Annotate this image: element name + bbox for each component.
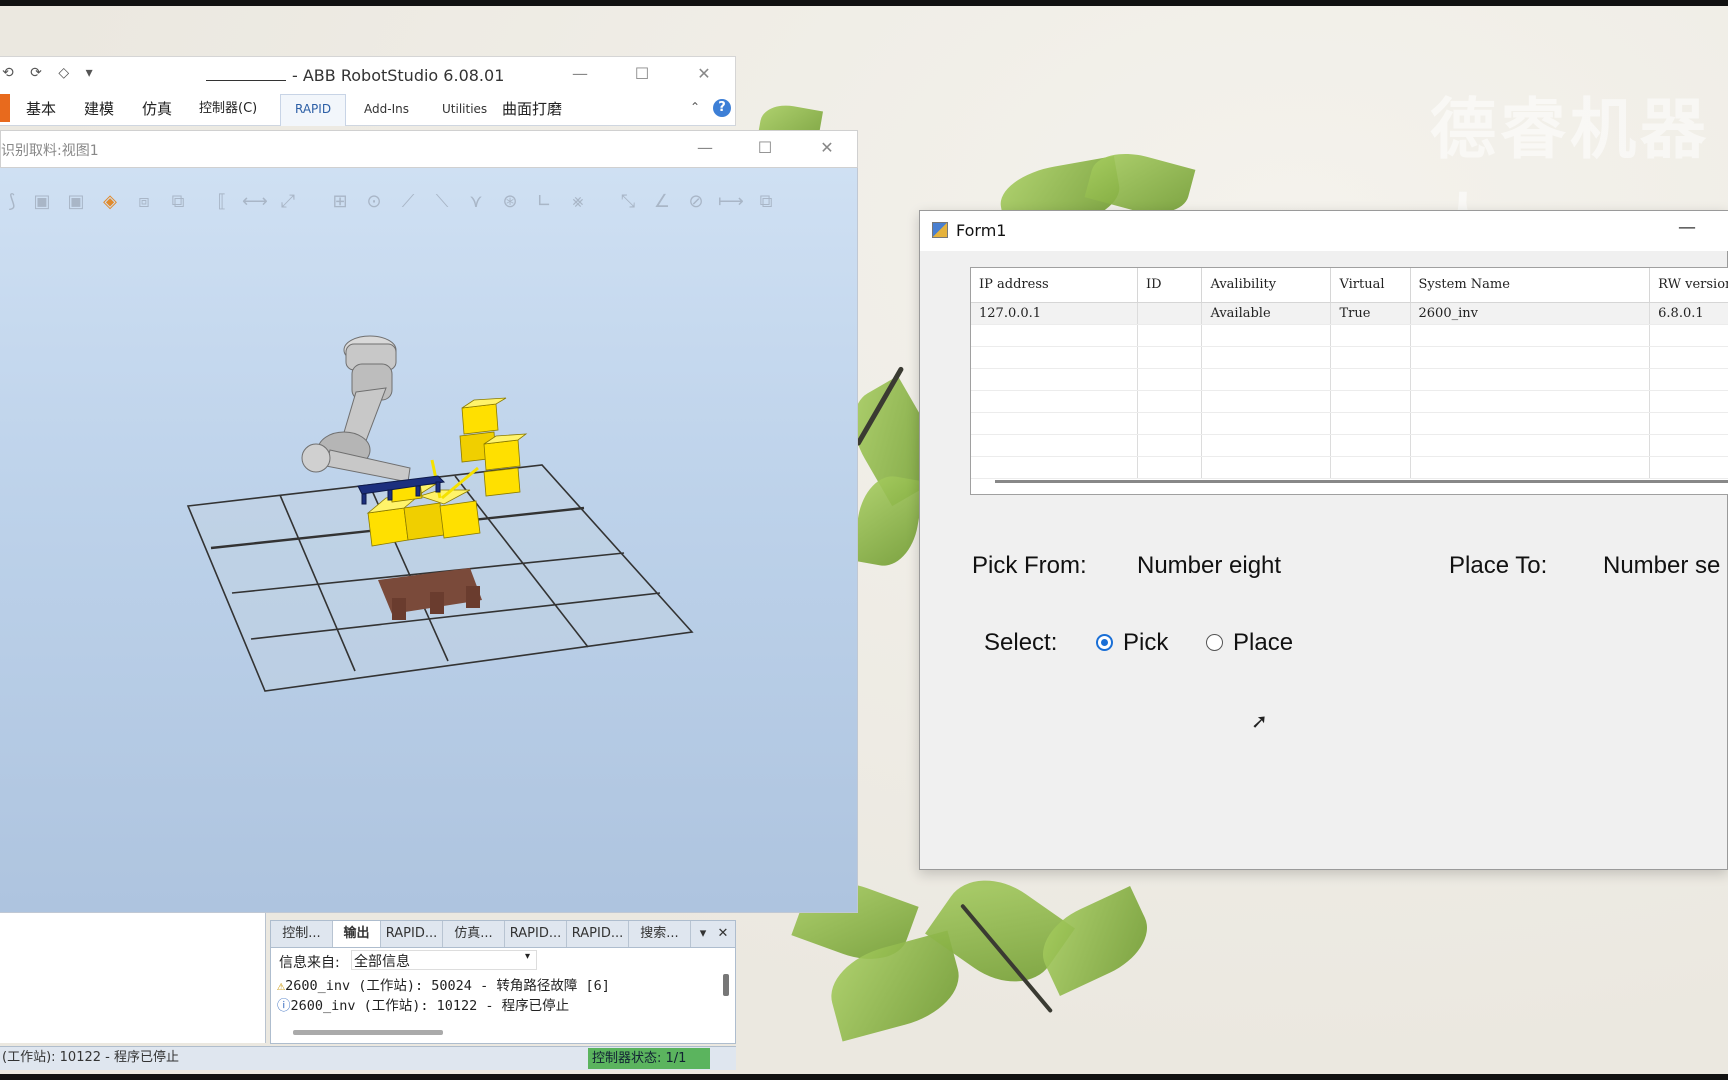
warning-icon: ⚠ [277, 978, 286, 994]
form-app-icon [932, 222, 948, 238]
tab-modeling[interactable]: 建模 [84, 98, 114, 122]
pick-from-value: Number eight [1137, 552, 1282, 579]
place-to-value: Number se [1603, 552, 1721, 579]
maximize-icon[interactable]: ☐ [753, 137, 777, 159]
tab-simulation[interactable]: 仿真 [142, 98, 172, 122]
column-rw-version[interactable]: RW version [1649, 268, 1728, 303]
robotstudio-window-title: - ABB RobotStudio 6.08.01 [206, 66, 504, 85]
tab-rapid[interactable]: RAPID [280, 94, 347, 126]
empty-row [971, 368, 1728, 391]
table-row[interactable]: 127.0.0.1 Available True 2600_inv 6.8.0.… [971, 302, 1728, 325]
tab-addins[interactable]: Add-Ins [364, 98, 409, 122]
info-icon: ⓘ [277, 998, 291, 1014]
file-tab[interactable] [0, 94, 10, 122]
cell-virtual: True [1330, 302, 1411, 325]
controller-status-badge[interactable]: 控制器状态: 1/1 [588, 1048, 710, 1069]
empty-row [971, 346, 1728, 369]
form1-titlebar: Form1 — [920, 211, 1728, 251]
robot-arm [301, 335, 411, 483]
collapse-ribbon-icon[interactable]: ⌃ [690, 100, 700, 114]
minimize-icon[interactable]: — [693, 137, 717, 159]
robot-scene [186, 335, 694, 692]
help-icon[interactable]: ? [713, 99, 731, 117]
minimize-icon[interactable]: — [1678, 217, 1696, 238]
status-bar: (工作站): 10122 - 程序已停止 控制器状态: 1/1 [0, 1046, 736, 1070]
tab-utilities[interactable]: Utilities [442, 98, 487, 122]
column-system-name[interactable]: System Name [1410, 268, 1651, 303]
empty-row [971, 390, 1728, 413]
vertical-scrollbar[interactable] [723, 974, 729, 996]
tab-rapid-3[interactable]: RAPID... [567, 921, 629, 947]
form1-title: Form1 [956, 221, 1007, 240]
quick-access-toolbar-icon[interactable]: ⟲ ⟳ ◇ ▾ [2, 65, 99, 81]
grid-header-row: IP address ID Avalibility Virtual System… [971, 268, 1728, 303]
form1-window: Form1 — IP address ID Avalibility Virtua… [919, 210, 1728, 870]
tab-rapid-2[interactable]: RAPID... [505, 921, 567, 947]
pick-radio-label[interactable]: Pick [1123, 629, 1168, 657]
tab-controller[interactable]: 控制器(C) [199, 98, 257, 122]
tab-basic[interactable]: 基本 [26, 98, 56, 122]
maximize-icon[interactable]: ☐ [630, 63, 654, 85]
empty-row [971, 412, 1728, 435]
ribbon-tabs: 基本 建模 仿真 控制器(C) RAPID Add-Ins Utilities … [0, 92, 736, 126]
cell-id [1137, 302, 1203, 325]
empty-row [971, 434, 1728, 457]
place-to-label: Place To: [1449, 552, 1548, 579]
place-radio-label[interactable]: Place [1233, 629, 1293, 657]
column-ip-address[interactable]: IP address [971, 268, 1138, 303]
tab-surface-polishing[interactable]: 曲面打磨 [502, 98, 562, 122]
cell-rw-version: 6.8.0.1 [1649, 302, 1728, 325]
wallpaper-leaf [850, 471, 926, 571]
tab-search[interactable]: 搜索... [629, 921, 691, 947]
select-label: Select: [984, 629, 1058, 656]
output-source-select[interactable]: 全部信息 ▾ [351, 950, 537, 970]
tab-dropdown-icon[interactable]: ▾ [693, 921, 713, 947]
output-source-label: 信息来自: [279, 955, 340, 971]
screen-bottom-edge [0, 1074, 1728, 1080]
wallpaper-leaf [1030, 886, 1160, 996]
tab-output[interactable]: 输出 [333, 921, 381, 947]
cell-system-name: 2600_inv [1410, 302, 1651, 325]
horizontal-scrollbar[interactable] [995, 480, 1728, 483]
empty-row [971, 324, 1728, 347]
place-radio[interactable] [1206, 634, 1223, 651]
output-message-row[interactable]: ⓘ2600_inv (工作站): 10122 - 程序已停止 [277, 994, 569, 1014]
cell-ip-address: 127.0.0.1 [971, 302, 1138, 325]
robotstudio-titlebar: ⟲ ⟳ ◇ ▾ - ABB RobotStudio 6.08.01 — ☐ ✕ [0, 56, 736, 92]
output-tabs: 控制... 输出 RAPID... 仿真... RAPID... RAPID..… [270, 920, 736, 948]
layout-pane [0, 913, 266, 1043]
viewport-titlebar: 识别取料:视图1 — ☐ ✕ [0, 130, 858, 168]
close-icon[interactable]: ✕ [692, 63, 716, 85]
horizontal-scrollbar[interactable] [293, 1030, 443, 1035]
tab-controller-status[interactable]: 控制... [271, 921, 333, 947]
minimize-icon[interactable]: — [568, 63, 592, 85]
output-message-row[interactable]: ⚠2600_inv (工作站): 50024 - 转角路径故障 [6] [277, 974, 610, 994]
close-icon[interactable]: ✕ [713, 921, 733, 947]
tab-simulation-watch[interactable]: 仿真... [443, 921, 505, 947]
controller-grid[interactable]: IP address ID Avalibility Virtual System… [970, 267, 1728, 495]
3d-viewport[interactable]: ⟆ ▣ ▣ ◈ ⧈ ⧉ ⟦ ⟷ ⤢ ⊞ ⊙ ⟋ ⟍ ⋎ ⊛ ∟ ⨳ ⤡ ∠ ⊘ … [0, 168, 858, 913]
column-availability[interactable]: Avalibility [1201, 268, 1332, 303]
empty-row [971, 456, 1728, 479]
mouse-cursor-icon: ➚ [1251, 709, 1268, 733]
status-message: (工作站): 10122 - 程序已停止 [2, 1050, 179, 1065]
pick-radio[interactable] [1096, 634, 1113, 651]
close-icon[interactable]: ✕ [815, 137, 839, 159]
viewport-title: 识别取料:视图1 [1, 143, 99, 159]
tab-rapid-1[interactable]: RAPID... [381, 921, 443, 947]
pick-from-label: Pick From: [972, 552, 1087, 579]
cell-availability: Available [1201, 302, 1332, 325]
column-virtual[interactable]: Virtual [1330, 268, 1411, 303]
output-panel: 信息来自: 全部信息 ▾ ⚠2600_inv (工作站): 50024 - 转角路… [270, 948, 736, 1044]
column-id[interactable]: ID [1137, 268, 1203, 303]
